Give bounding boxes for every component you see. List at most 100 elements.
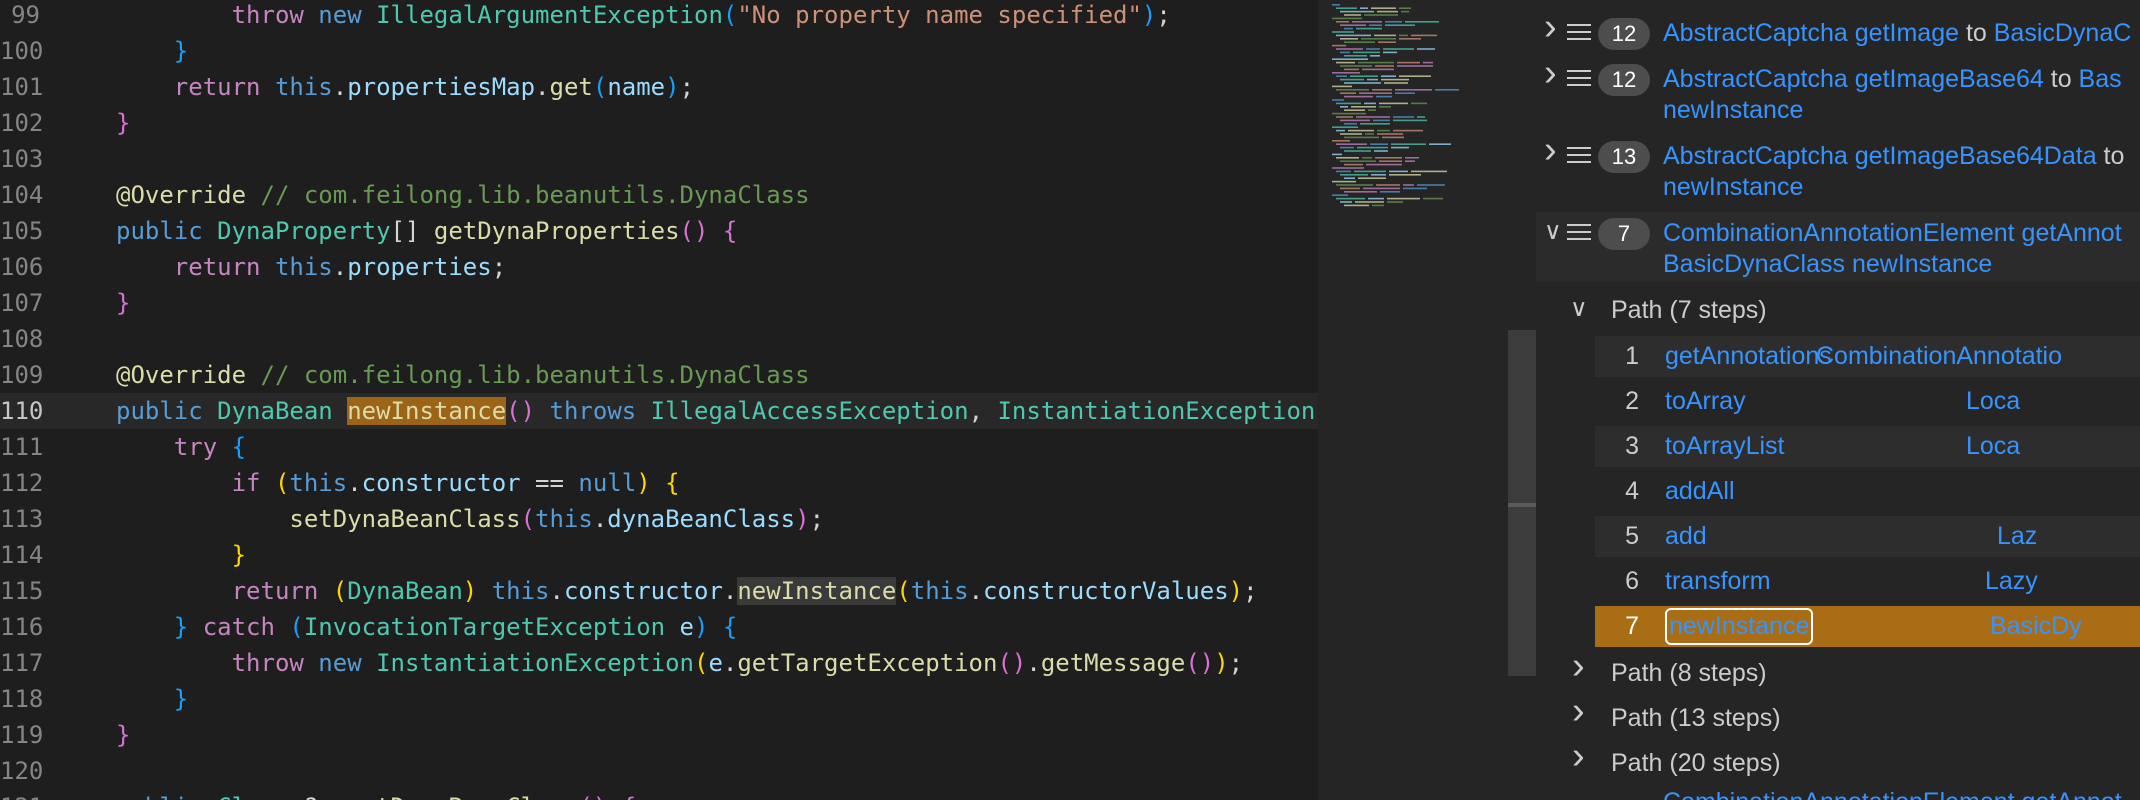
chevron-right-icon[interactable]: › [1572,735,1585,778]
finding-item[interactable]: › 13 AbstractCaptcha getImageBase64Data to… [1536,129,2140,205]
minimap-line [1375,157,1402,159]
finding-title[interactable]: CombinationAnnotationElement getAnnot Bas… [1663,218,2140,280]
path-group-collapsed[interactable]: › Path (8 steps) [1536,645,2140,693]
path-step[interactable]: 6 transform Lazy [1595,561,2140,602]
path-group-collapsed[interactable]: › Path (13 steps) [1536,690,2140,738]
code-line[interactable]: 121 public Class<?> getDynaBeanClass() { [0,789,1318,800]
code-text[interactable]: } catch (InvocationTargetException e) { [116,609,738,645]
minimap-line [1373,119,1390,122]
code-text[interactable]: @Override // com.feilong.lib.beanutils.D… [116,357,810,393]
code-line[interactable]: 110 public DynaBean newInstance() throws … [0,393,1318,429]
code-text[interactable]: } [116,681,188,717]
finding-title[interactable]: AbstractCaptcha getImageBase64 to Bas new… [1663,64,2140,126]
code-line[interactable]: 103 [0,141,1318,177]
finding-item[interactable]: ∨ 7 CombinationAnnotationElement getAnnot B… [1536,212,2140,282]
minimap-line [1336,75,1347,77]
chevron-right-icon[interactable]: › [1544,129,1557,172]
path-step[interactable]: 7 newInstance BasicDy [1595,606,2140,647]
code-text[interactable]: public DynaBean newInstance() throws Ill… [116,393,1315,429]
step-location-link[interactable]: CombinationAnnotatio [1816,336,2062,377]
path-step[interactable]: 1 getAnnotations CombinationAnnotatio [1595,336,2140,377]
code-text[interactable]: throw new IllegalArgumentException("No p… [116,0,1171,33]
code-text[interactable]: } [116,537,246,573]
code-editor[interactable]: 99 throw new IllegalArgumentException("N… [0,0,1318,800]
code-text[interactable]: public Class<?> getDynaBeanClass() { [116,789,636,800]
code-text[interactable]: } [116,33,188,69]
code-text[interactable]: } [116,105,130,141]
code-text[interactable]: throw new InstantiationException(e.getTa… [116,645,1244,681]
chevron-right-icon[interactable]: › [1544,6,1557,49]
code-line[interactable]: 116 } catch (InvocationTargetException e… [0,609,1318,645]
finding-item[interactable]: › 12 AbstractCaptcha getImageBase64 to Bas… [1536,52,2140,128]
minimap-line [1376,184,1400,186]
path-step[interactable]: 3 toArrayList Loca [1595,426,2140,467]
code-line[interactable]: 100 } [0,33,1318,69]
path-step[interactable]: 4 addAll [1595,471,2140,512]
code-text[interactable]: @Override // com.feilong.lib.beanutils.D… [116,177,810,213]
finding-item[interactable]: › 12 AbstractCaptcha getImage to BasicDyna… [1536,6,2140,56]
code-line[interactable]: 101 return this.propertiesMap.get(name); [0,69,1318,105]
code-text[interactable]: try { [116,429,246,465]
minimap-line [1332,17,1362,20]
code-text[interactable]: if (this.constructor == null) { [116,465,680,501]
step-location-link[interactable]: Loca [1966,381,2020,422]
code-line[interactable]: 108 [0,321,1318,357]
step-method-link[interactable]: newInstance [1665,608,1814,645]
code-text[interactable]: return this.propertiesMap.get(name); [116,69,694,105]
code-text[interactable]: } [116,717,130,753]
step-method-link[interactable]: addAll [1665,471,1735,512]
code-line[interactable]: 107} [0,285,1318,321]
code-line[interactable]: 120 [0,753,1318,789]
finding-title[interactable]: AbstractCaptcha getImageBase64Data to new… [1663,141,2140,203]
code-line[interactable]: 112 if (this.constructor == null) { [0,465,1318,501]
code-text[interactable]: return (DynaBean) this.constructor.newIn… [116,573,1258,609]
code-line[interactable]: 118 } [0,681,1318,717]
code-line[interactable]: 119} [0,717,1318,753]
code-text[interactable]: setDynaBeanClass(this.dynaBeanClass); [116,501,824,537]
finding-title[interactable]: AbstractCaptcha getImage to BasicDynaC [1663,18,2140,49]
minimap-line [1377,133,1403,135]
code-line[interactable]: 99 throw new IllegalArgumentException("N… [0,0,1318,33]
step-method-link[interactable]: toArrayList [1665,426,1784,467]
step-method-link[interactable]: add [1665,516,1707,557]
line-number: 100 [0,37,44,65]
step-location-link[interactable]: Lazy [1985,561,2038,602]
code-line[interactable]: 104 @Override // com.feilong.lib.beanutil… [0,177,1318,213]
step-location-link[interactable]: Laz [1997,516,2037,557]
minimap-line [1340,146,1354,149]
path-group-expanded[interactable]: ∨ Path (7 steps) [1536,290,2140,332]
code-line[interactable]: 114 } [0,537,1318,573]
code-line[interactable]: 115 return (DynaBean) this.constructor.n… [0,573,1318,609]
code-text[interactable]: } [116,285,130,321]
step-method-link[interactable]: transform [1665,561,1771,602]
minimap-line [1383,51,1397,54]
chevron-down-icon[interactable]: ∨ [1544,217,1562,246]
minimap[interactable] [1318,0,1508,800]
code-line[interactable]: 113 setDynaBeanClass(this.dynaBeanClass)… [0,501,1318,537]
step-location-link[interactable]: BasicDy [1990,606,2082,647]
code-line[interactable]: 106 return this.properties; [0,249,1318,285]
code-text[interactable]: public DynaProperty[] getDynaProperties(… [116,213,737,249]
path-group-collapsed[interactable]: › Path (20 steps) [1536,735,2140,783]
code-line[interactable]: 105 public DynaProperty[] getDynaProperti… [0,213,1318,249]
path-step[interactable]: 2 toArray Loca [1595,381,2140,422]
chevron-right-icon[interactable]: › [1572,690,1585,733]
code-line[interactable]: 102} [0,105,1318,141]
code-line[interactable]: 109 @Override // com.feilong.lib.beanutil… [0,357,1318,393]
minimap-line [1358,61,1394,64]
chevron-right-icon[interactable]: › [1572,645,1585,688]
step-method-link[interactable]: getAnnotations [1665,336,1832,377]
chevron-right-icon[interactable]: › [1544,52,1557,95]
finding-item[interactable]: CombinationAnnotationElement getAnnot [1536,787,2140,800]
code-line[interactable]: 111 try { [0,429,1318,465]
scrollbar-cursor-marker [1508,503,1536,507]
code-text[interactable]: return this.properties; [116,249,506,285]
step-method-link[interactable]: toArray [1665,381,1746,422]
finding-to-label: to [1959,19,1994,47]
chevron-down-icon[interactable]: ∨ [1570,294,1588,323]
code-line[interactable]: 117 throw new InstantiationException(e.g… [0,645,1318,681]
path-step[interactable]: 5 add Laz [1595,516,2140,557]
finding-title[interactable]: CombinationAnnotationElement getAnnot [1663,787,2140,800]
step-location-link[interactable]: Loca [1966,426,2020,467]
minimap-line [1381,75,1396,77]
